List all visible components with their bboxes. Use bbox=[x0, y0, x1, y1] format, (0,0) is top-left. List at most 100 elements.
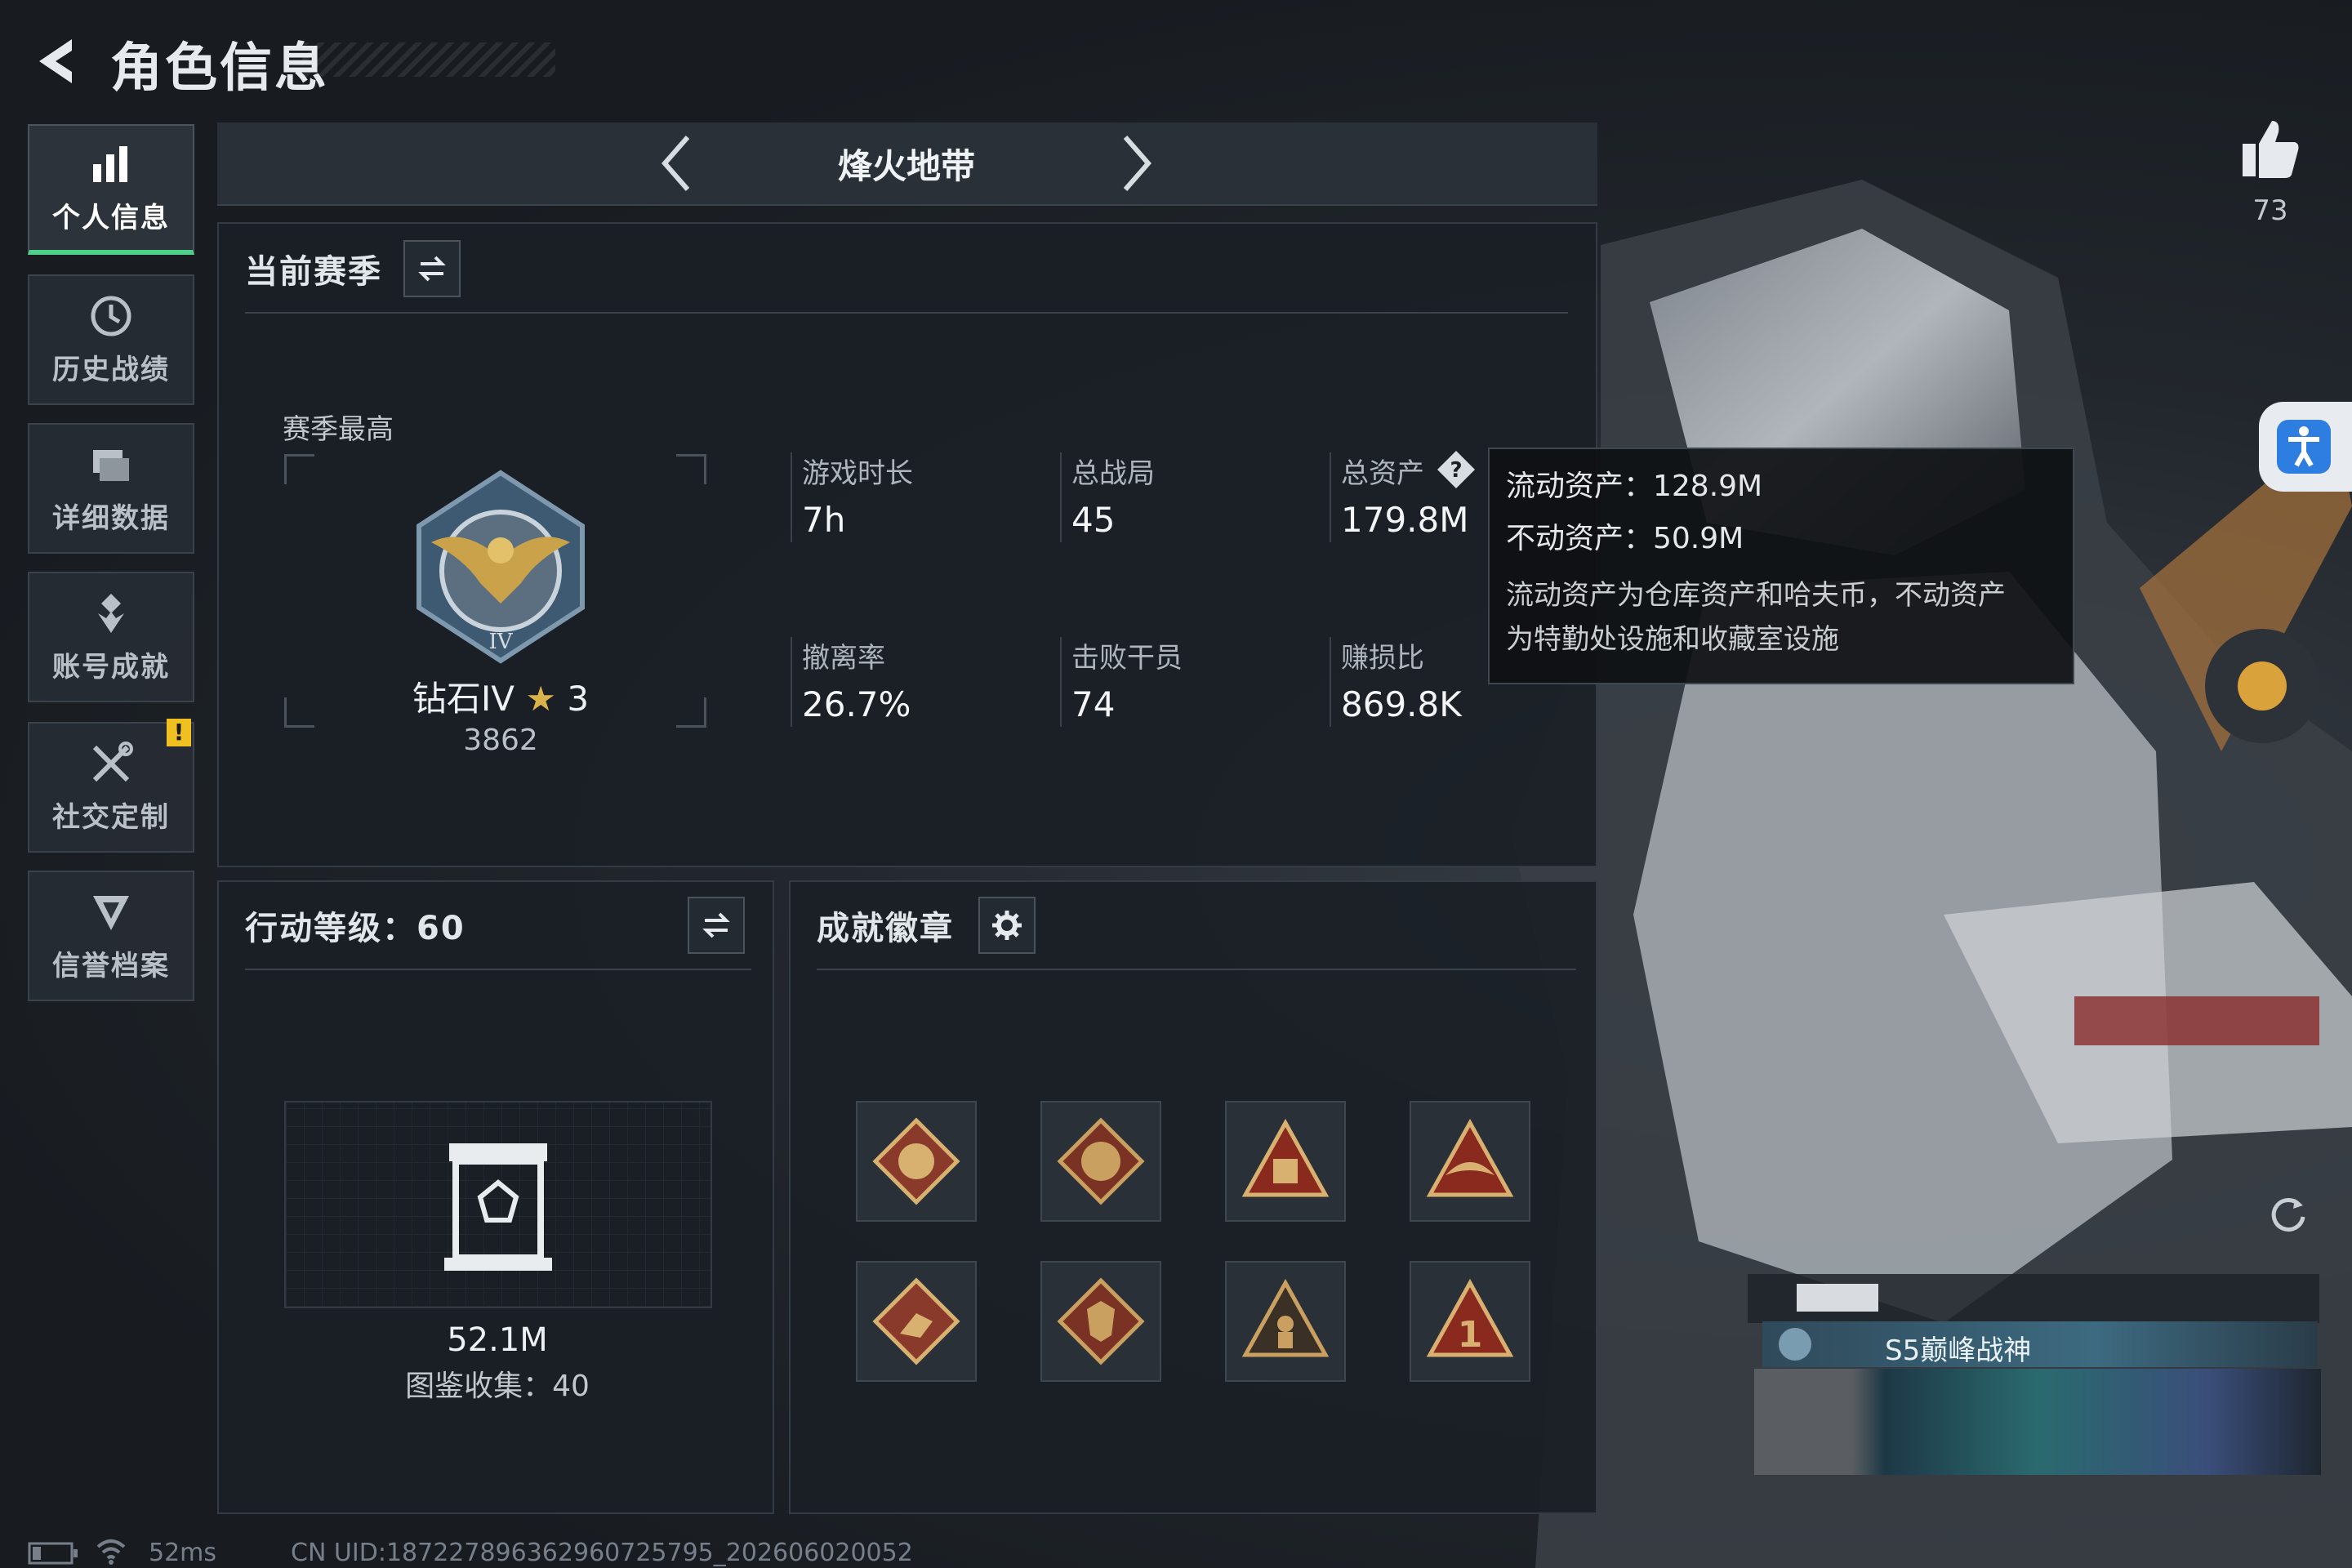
stat-label-extract-rate: 撤离率 bbox=[802, 642, 885, 675]
tooltip-fixed-assets: 不动资产：50.9M bbox=[1506, 522, 1744, 555]
chevron-right-icon[interactable] bbox=[1111, 131, 1160, 196]
wifi-icon bbox=[96, 1539, 126, 1565]
player-title-banner: S5巅峰战神 bbox=[1762, 1321, 2318, 1367]
shield-icon bbox=[93, 895, 129, 930]
divider bbox=[245, 312, 1568, 314]
svg-text:1: 1 bbox=[1458, 1314, 1483, 1356]
page-title: 角色信息 bbox=[110, 38, 329, 99]
divider bbox=[1060, 637, 1062, 727]
collection-count: 图鉴收集：40 bbox=[405, 1370, 590, 1403]
tools-icon bbox=[92, 741, 133, 782]
sidebar-item-personal-info[interactable]: 个人信息 bbox=[28, 124, 194, 255]
clock-icon bbox=[91, 296, 131, 336]
accessibility-icon bbox=[2277, 420, 2331, 474]
diamond-rank-emblem: IV bbox=[416, 470, 585, 664]
vault-badge-icon bbox=[1241, 1118, 1330, 1197]
achievement-badge[interactable]: 1 bbox=[1410, 1261, 1530, 1382]
season-panel: 当前赛季 赛季最高 IV 钻石IV ★ 3 3862 游戏时长 7h 总战局 4… bbox=[217, 222, 1597, 867]
stat-value-extract-rate: 26.7% bbox=[802, 684, 911, 724]
rank-name-row: 钻石IV ★ 3 bbox=[362, 671, 639, 721]
help-icon[interactable]: ? bbox=[1436, 449, 1477, 490]
battery-icon bbox=[28, 1542, 78, 1565]
stat-label-profit-ratio: 赚损比 bbox=[1341, 642, 1424, 675]
gear-icon bbox=[992, 911, 1022, 940]
sidebar-item-label: 详细数据 bbox=[52, 501, 170, 535]
svg-text:?: ? bbox=[1450, 458, 1462, 483]
thumbs-up-icon[interactable] bbox=[2238, 116, 2303, 181]
achievement-badge[interactable] bbox=[1040, 1101, 1161, 1222]
tooltip-desc-line1: 流动资产为仓库资产和哈夫币，不动资产 bbox=[1506, 579, 2006, 612]
number-one-badge-icon: 1 bbox=[1426, 1278, 1514, 1357]
sidebar-item-label: 历史战绩 bbox=[52, 353, 170, 386]
figure-badge-icon bbox=[1241, 1278, 1330, 1357]
divider bbox=[245, 969, 751, 970]
stat-value-matches: 45 bbox=[1071, 500, 1116, 540]
title-decoration bbox=[302, 42, 555, 77]
warning-badge: ! bbox=[167, 719, 191, 746]
dragon-badge-icon bbox=[872, 1117, 960, 1205]
stat-value-assets: 179.8M bbox=[1341, 500, 1469, 540]
sidebar-item-detailed-data[interactable]: 详细数据 bbox=[28, 423, 194, 554]
stat-label-assets: 总资产 bbox=[1341, 457, 1424, 490]
mode-title: 烽火地带 bbox=[837, 146, 975, 186]
player-name-bar bbox=[1748, 1274, 2319, 1323]
sidebar-item-label: 社交定制 bbox=[52, 800, 170, 834]
uid-readout: CN UID:18722789636296072579​5_2026060200… bbox=[291, 1539, 913, 1567]
divider bbox=[791, 637, 792, 727]
stat-label-kills: 击败干员 bbox=[1071, 642, 1183, 675]
display-case-icon bbox=[444, 1143, 552, 1271]
rank-name: 钻石IV bbox=[412, 679, 514, 719]
svg-text:IV: IV bbox=[488, 630, 513, 654]
sidebar-item-label: 个人信息 bbox=[52, 201, 170, 234]
achievement-badge[interactable] bbox=[1225, 1101, 1346, 1222]
stat-label-matches: 总战局 bbox=[1071, 457, 1155, 490]
season-panel-title: 当前赛季 bbox=[245, 253, 382, 291]
collection-value: 52.1M bbox=[447, 1321, 548, 1359]
player-card-banner[interactable] bbox=[1754, 1369, 2321, 1475]
chevron-left-icon[interactable] bbox=[653, 131, 702, 196]
title-emblem-icon bbox=[1779, 1328, 1811, 1361]
star-icon: ★ bbox=[525, 679, 557, 719]
back-arrow-icon[interactable] bbox=[28, 33, 85, 90]
runner-badge-icon bbox=[872, 1277, 960, 1365]
stat-label-playtime: 游戏时长 bbox=[802, 457, 913, 490]
frame-corner bbox=[284, 697, 314, 728]
wolf-badge-icon bbox=[1057, 1277, 1145, 1365]
swap-icon bbox=[702, 912, 730, 938]
divider bbox=[1330, 452, 1331, 542]
frame-corner bbox=[676, 697, 706, 728]
frame-corner bbox=[676, 454, 706, 484]
divider bbox=[791, 452, 792, 542]
assets-tooltip: 流动资产：128.9M 不动资产：50.9M 流动资产为仓库资产和哈夫币，不动资… bbox=[1488, 448, 2074, 684]
stat-value-playtime: 7h bbox=[802, 500, 846, 540]
achievement-badge[interactable] bbox=[1040, 1261, 1161, 1382]
rotate-icon[interactable] bbox=[2267, 1192, 2310, 1235]
swap-icon bbox=[418, 256, 446, 282]
rank-stars: 3 bbox=[567, 679, 590, 719]
achievement-badge[interactable] bbox=[856, 1101, 977, 1222]
dragon-badge-icon bbox=[1057, 1117, 1145, 1205]
achievements-settings-button[interactable] bbox=[978, 897, 1036, 954]
sidebar-item-credit-file[interactable]: 信誉档案 bbox=[28, 871, 194, 1001]
sidebar-item-achievements[interactable]: 账号成就 bbox=[28, 572, 194, 702]
sidebar-item-history[interactable]: 历史战绩 bbox=[28, 274, 194, 405]
frame-corner bbox=[284, 454, 314, 484]
accessibility-button[interactable] bbox=[2259, 402, 2352, 492]
bar-chart-icon bbox=[93, 145, 127, 182]
divider bbox=[1060, 452, 1062, 542]
action-level-switch-button[interactable] bbox=[688, 897, 745, 954]
achievement-badge[interactable] bbox=[1410, 1101, 1530, 1222]
folder-icon bbox=[93, 449, 129, 481]
action-level-panel: 行动等级：60 52.1M 图鉴收集：40 bbox=[217, 880, 774, 1514]
divider bbox=[817, 969, 1576, 970]
rank-score: 3862 bbox=[463, 724, 538, 757]
season-switch-button[interactable] bbox=[403, 240, 461, 297]
ping-readout: 52ms bbox=[149, 1539, 217, 1567]
likes-count: 73 bbox=[2252, 194, 2288, 227]
sidebar-item-label: 信誉档案 bbox=[52, 949, 170, 982]
wings-badge-icon bbox=[1426, 1118, 1514, 1197]
collection-frame[interactable] bbox=[284, 1101, 712, 1308]
achievement-badge[interactable] bbox=[856, 1261, 977, 1382]
achievement-badge[interactable] bbox=[1225, 1261, 1346, 1382]
tooltip-desc-line2: 为特勤处设施和收藏室设施 bbox=[1506, 623, 1839, 656]
